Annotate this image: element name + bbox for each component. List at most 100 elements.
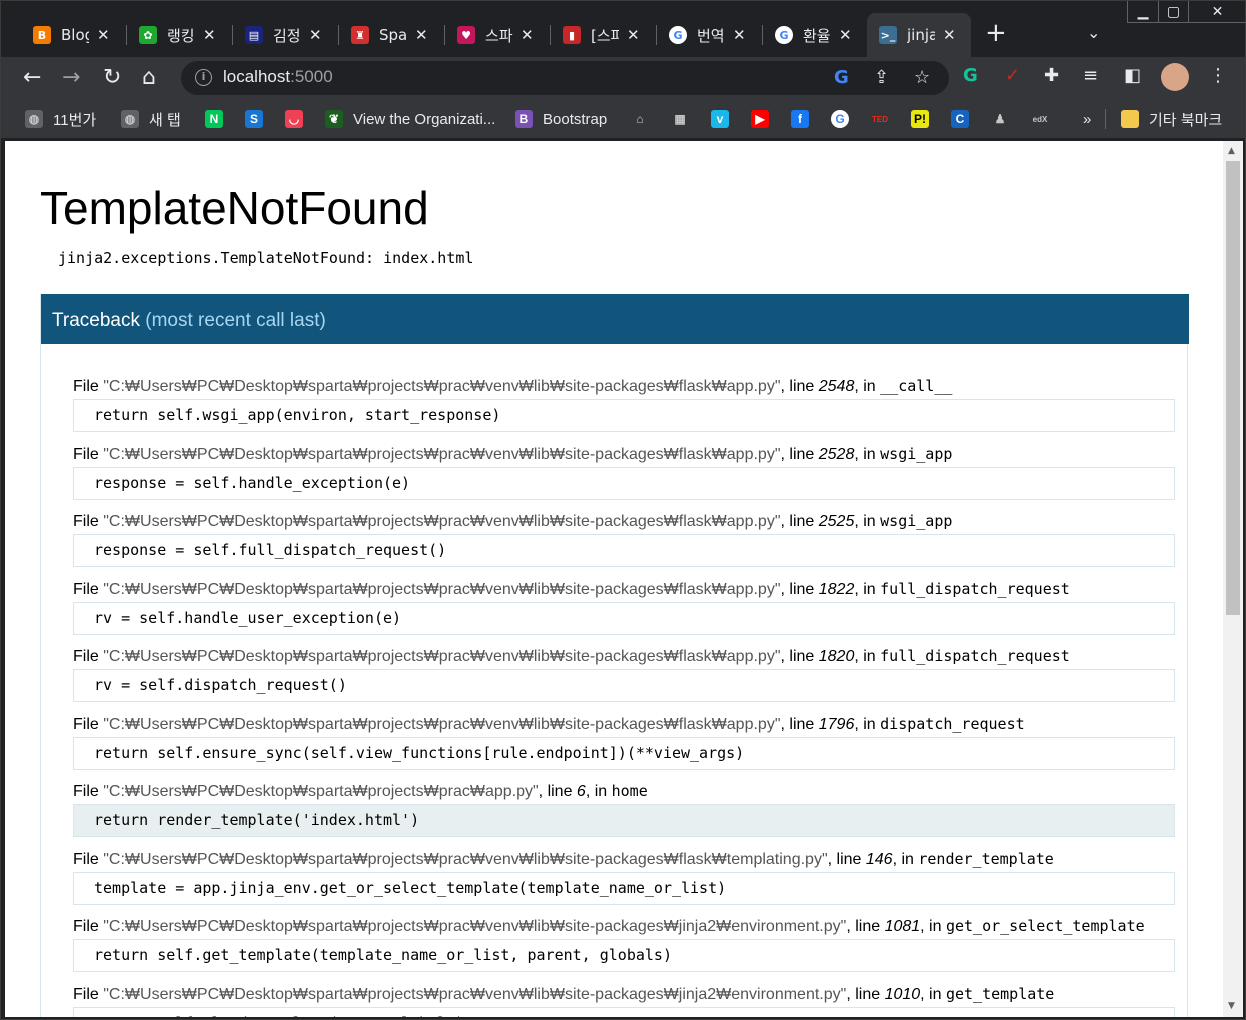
tab-3[interactable]: ▤ 김정 ✕: [233, 13, 339, 57]
google-icon: G: [775, 26, 793, 44]
bookmark-10[interactable]: v: [711, 109, 729, 129]
frame-source-line[interactable]: rv = self.handle_user_exception(e): [73, 601, 1175, 635]
leaf-icon: ❦: [325, 110, 343, 128]
frame-file-path: "C:₩Users₩PC₩Desktop₩sparta₩projects₩pra…: [103, 580, 781, 598]
home-button[interactable]: ⌂: [142, 63, 156, 93]
frame-source-line[interactable]: return self.wsgi_app(environ, start_resp…: [73, 399, 1175, 432]
tab-7[interactable]: G 번역 ✕: [657, 13, 763, 57]
frame-line-number: 2548: [818, 378, 855, 395]
tab-9[interactable]: >_ jinja ✕: [867, 13, 971, 57]
close-tab-icon[interactable]: ✕: [203, 26, 216, 44]
bookmark-1[interactable]: ◍ 11번가: [25, 109, 96, 129]
tab-5[interactable]: ♥ 스파 ✕: [445, 13, 551, 57]
frame-source-line[interactable]: template = app.jinja_env.get_or_select_t…: [73, 871, 1175, 905]
frame-source-line[interactable]: return self._load_template(name, globals…: [73, 1006, 1175, 1017]
globe-icon: ◍: [25, 110, 43, 128]
site-info-icon[interactable]: i: [195, 69, 212, 86]
tab-title: 스파: [485, 26, 513, 45]
bookmark-12[interactable]: f: [791, 109, 809, 129]
frame-static-text: , in: [920, 985, 946, 1003]
frame-static-text: File: [73, 513, 104, 530]
bookmark-17[interactable]: ♟: [991, 109, 1009, 129]
frame-source-line[interactable]: response = self.handle_exception(e): [73, 466, 1175, 500]
page-viewport: TemplateNotFound jinja2.exceptions.Templ…: [5, 141, 1243, 1017]
bookmark-16[interactable]: C: [951, 109, 969, 129]
scroll-thumb[interactable]: [1226, 161, 1240, 615]
bookmark-6[interactable]: ❦ View the Organizati...: [325, 109, 495, 129]
frame-function-name: dispatch_request: [880, 714, 1025, 733]
bookmark-8[interactable]: ⌂: [631, 109, 649, 129]
other-bookmarks-folder[interactable]: ▬ 기타 북마크: [1121, 109, 1222, 129]
extension-check-icon[interactable]: ✓: [1005, 65, 1020, 86]
bookmark-5[interactable]: ◡: [285, 109, 303, 129]
minimize-button[interactable]: ▁: [1128, 1, 1158, 22]
bookmark-14[interactable]: TED: [871, 109, 889, 129]
extensions-puzzle-icon[interactable]: ✚: [1044, 65, 1059, 86]
close-window-button[interactable]: ✕: [1188, 1, 1246, 22]
bookmark-2[interactable]: ◍ 새 탭: [121, 109, 181, 129]
frame-source-line[interactable]: response = self.full_dispatch_request(): [73, 534, 1175, 567]
side-panel-icon[interactable]: ◧: [1124, 65, 1141, 86]
close-tab-icon[interactable]: ✕: [839, 26, 852, 44]
frame-source-line[interactable]: return render_template('index.html'): [73, 804, 1175, 837]
google-lens-icon[interactable]: G: [834, 67, 849, 88]
close-tab-icon[interactable]: ✕: [733, 26, 746, 44]
scroll-down-arrow-icon[interactable]: ▼: [1228, 1001, 1235, 1011]
scroll-up-arrow-icon[interactable]: ▲: [1228, 146, 1235, 156]
new-tab-button[interactable]: +: [985, 19, 1007, 47]
close-tab-icon[interactable]: ✕: [309, 26, 322, 44]
bookmark-15[interactable]: P!: [911, 109, 929, 129]
bookmark-9[interactable]: ▦: [671, 109, 689, 129]
bookmark-star-icon[interactable]: ☆: [914, 67, 930, 88]
c-logo-icon: C: [951, 110, 969, 128]
ted-icon: TED: [871, 110, 889, 128]
frame-location: File "C:₩Users₩PC₩Desktop₩sparta₩project…: [73, 580, 1175, 602]
frame-source-line[interactable]: rv = self.dispatch_request(): [73, 669, 1175, 702]
terminal-icon: >_: [879, 26, 897, 44]
bookmark-label: 새 탭: [149, 111, 181, 129]
bookmarks-overflow-button[interactable]: »: [1083, 109, 1091, 129]
bookmark-3[interactable]: N: [205, 109, 223, 129]
blogger-icon: B: [33, 26, 51, 44]
frame-source-line[interactable]: return self.ensure_sync(self.view_functi…: [73, 736, 1175, 770]
figure-icon: ♟: [991, 110, 1009, 128]
bookmark-7[interactable]: B Bootstrap: [515, 109, 607, 129]
close-tab-icon[interactable]: ✕: [521, 26, 534, 44]
bookmark-11[interactable]: ▶: [751, 109, 769, 129]
frame-static-text: , line: [780, 580, 819, 598]
tab-8[interactable]: G 환율 ✕: [763, 13, 869, 57]
media-queue-icon[interactable]: ≡: [1083, 65, 1098, 86]
menu-kebab-icon[interactable]: ⋮: [1209, 65, 1227, 86]
tab-6[interactable]: ▮ [스파 ✕: [551, 13, 657, 57]
frame-location: File "C:₩Users₩PC₩Desktop₩sparta₩project…: [73, 377, 1175, 399]
close-tab-icon[interactable]: ✕: [415, 26, 428, 44]
tab-4[interactable]: ♜ Spar ✕: [339, 13, 445, 57]
address-bar[interactable]: i localhost:5000 G ⇪ ☆: [181, 61, 949, 95]
restore-button[interactable]: ▢: [1158, 1, 1188, 22]
close-tab-icon[interactable]: ✕: [943, 26, 956, 44]
frame-source-line[interactable]: return self.get_template(template_name_o…: [73, 939, 1175, 972]
tab-1[interactable]: B Blog ✕: [21, 13, 127, 57]
share-icon[interactable]: ⇪: [874, 67, 889, 88]
url-text[interactable]: localhost:5000: [223, 67, 333, 87]
frame-static-text: , in: [585, 783, 612, 800]
forward-button[interactable]: →: [62, 63, 80, 93]
bookmark-13[interactable]: G: [831, 109, 849, 129]
frame-file-path: "C:₩Users₩PC₩Desktop₩sparta₩projects₩pra…: [103, 783, 539, 800]
frame-function-name: home: [611, 782, 648, 800]
reload-button[interactable]: ↻: [103, 63, 121, 93]
vertical-scrollbar[interactable]: ▲ ▼: [1223, 141, 1243, 1017]
frame-line-number: 1796: [818, 715, 855, 733]
tab-title: jinja: [907, 26, 935, 44]
tab-title: Spar: [379, 26, 407, 44]
profile-avatar[interactable]: [1161, 63, 1189, 91]
bookmark-18[interactable]: edX: [1031, 109, 1049, 129]
back-button[interactable]: ←: [23, 63, 41, 93]
grammarly-icon[interactable]: G: [963, 65, 978, 86]
close-tab-icon[interactable]: ✕: [627, 26, 640, 44]
tab-2[interactable]: ✿ 랭킹 ✕: [127, 13, 233, 57]
tab-search-chevron-icon[interactable]: ⌄: [1087, 23, 1100, 42]
close-tab-icon[interactable]: ✕: [97, 26, 110, 44]
bookmarks-divider: [1105, 109, 1106, 129]
bookmark-4[interactable]: S: [245, 109, 263, 129]
